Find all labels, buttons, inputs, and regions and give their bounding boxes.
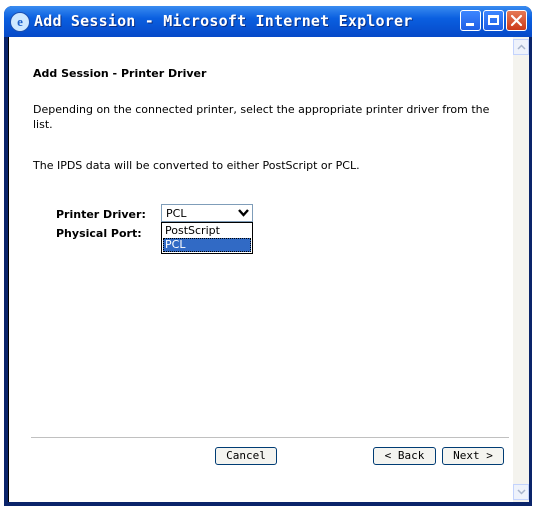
browser-window: e Add Session - Microsoft Internet Explo… (4, 6, 532, 506)
option-postscript[interactable]: PostScript (163, 224, 251, 238)
window-title: Add Session - Microsoft Internet Explore… (34, 12, 413, 30)
dropdown-arrow-button[interactable] (236, 206, 251, 220)
cancel-button[interactable]: Cancel (215, 447, 277, 465)
maximize-button[interactable] (483, 10, 504, 31)
page-area: Add Session - Printer Driver Depending o… (8, 37, 529, 502)
chevron-down-icon (517, 489, 526, 495)
page-title: Add Session - Printer Driver (33, 67, 207, 80)
close-button[interactable] (506, 10, 527, 31)
instruction-text: Depending on the connected printer, sele… (33, 103, 490, 131)
physical-port-label: Physical Port: (56, 227, 142, 240)
wizard-content: Add Session - Printer Driver Depending o… (9, 37, 513, 502)
printer-driver-dropdown-list: PostScript PCL (161, 222, 253, 254)
next-button[interactable]: Next > (442, 447, 504, 465)
option-pcl[interactable]: PCL (163, 238, 251, 252)
vertical-scrollbar[interactable] (513, 37, 529, 502)
divider (31, 437, 509, 438)
maximize-icon (488, 15, 499, 25)
back-button[interactable]: < Back (373, 447, 436, 465)
printer-driver-select[interactable]: PCL (161, 204, 253, 222)
scroll-up-button[interactable] (513, 39, 529, 55)
minimize-button[interactable] (460, 10, 481, 31)
title-bar[interactable]: e Add Session - Microsoft Internet Explo… (4, 6, 532, 37)
scroll-down-button[interactable] (513, 484, 529, 500)
close-icon (510, 14, 523, 27)
ie-icon[interactable]: e (10, 12, 30, 32)
chevron-up-icon (517, 44, 526, 50)
printer-driver-label: Printer Driver: (56, 208, 146, 221)
printer-driver-selected-value: PCL (166, 207, 187, 220)
chevron-down-icon (238, 209, 249, 217)
minimize-icon (466, 23, 474, 26)
conversion-note: The IPDS data will be converted to eithe… (33, 159, 360, 172)
